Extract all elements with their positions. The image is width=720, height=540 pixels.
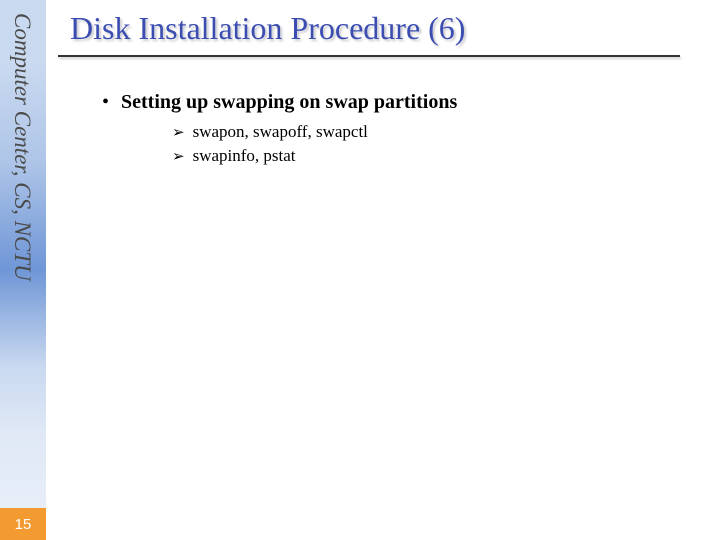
content-area: Disk Installation Procedure (6) • Settin… — [64, 0, 720, 170]
sidebar: Computer Center, CS, NCTU 15 — [0, 0, 46, 540]
slide-title: Disk Installation Procedure (6) — [70, 10, 720, 47]
arrow-icon: ➢ — [172, 147, 185, 165]
sub-bullet-item: ➢ swapon, swapoff, swapctl — [172, 122, 720, 142]
sub-bullet-item: ➢ swapinfo, pstat — [172, 146, 720, 166]
bullet-icon: • — [102, 92, 109, 112]
page-number-badge: 15 — [0, 508, 46, 540]
title-divider — [58, 55, 680, 57]
sub-bullet-text: swapinfo, pstat — [193, 146, 296, 166]
sub-bullet-text: swapon, swapoff, swapctl — [193, 122, 368, 142]
arrow-icon: ➢ — [172, 123, 185, 141]
bullet-text: Setting up swapping on swap partitions — [121, 91, 457, 114]
sidebar-org-label: Computer Center, CS, NCTU — [9, 13, 35, 353]
bullet-item: • Setting up swapping on swap partitions — [102, 91, 720, 114]
